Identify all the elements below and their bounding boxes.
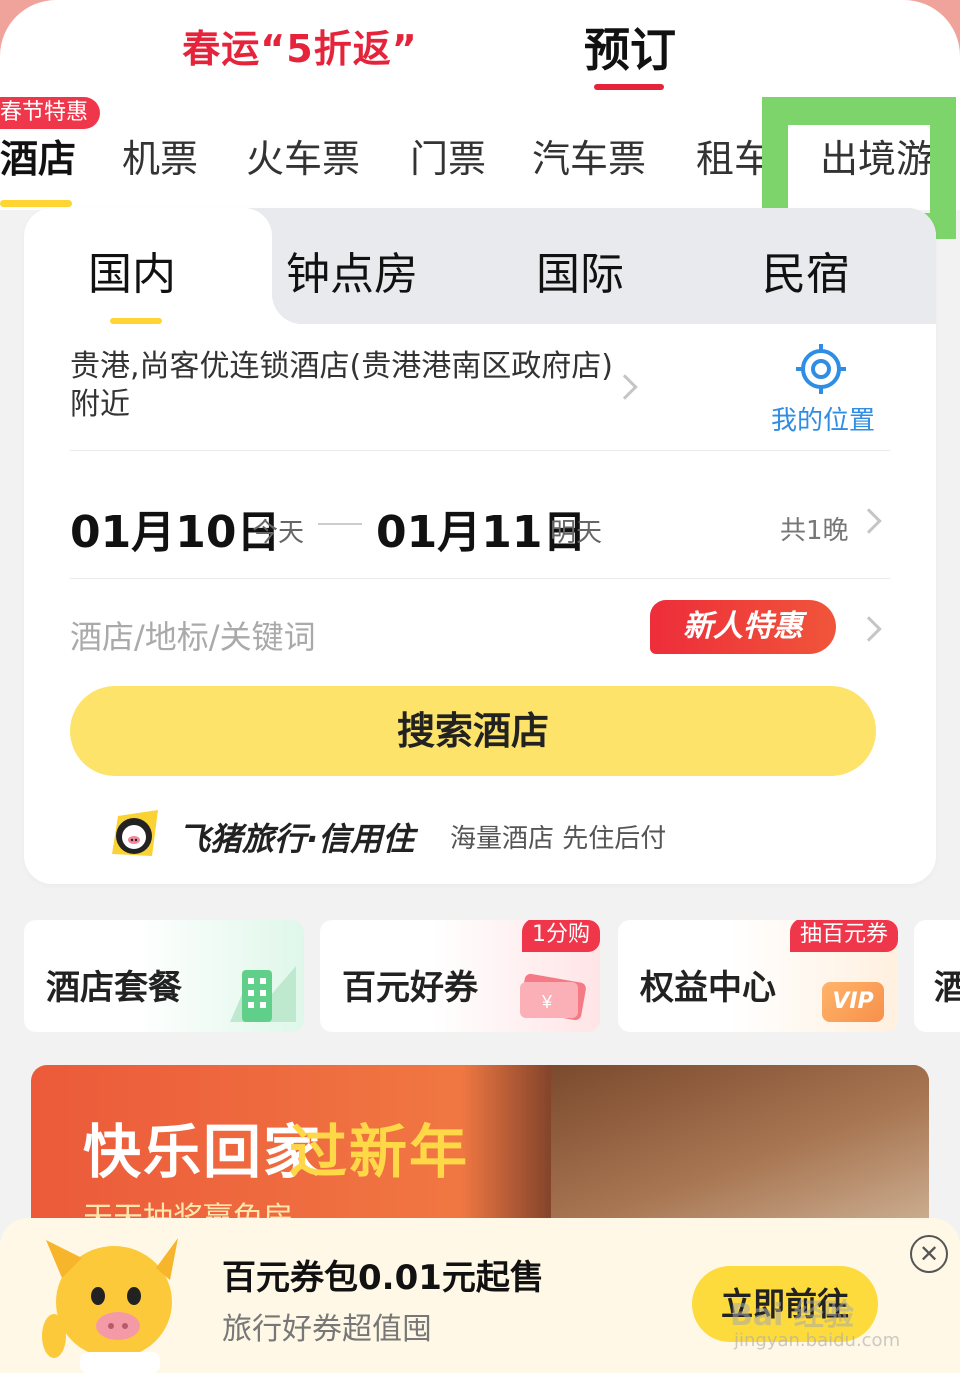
active-tab-indicator [594,84,664,90]
feature-hundred-coupon[interactable]: 百元好券 1分购 ¥ [320,920,600,1032]
feature-partial[interactable]: 酒 [914,920,960,1032]
category-train[interactable]: 火车票 [246,128,360,183]
tab-international[interactable]: 国际 [536,238,624,302]
tab-homestay[interactable]: 民宿 [762,238,850,302]
tab-spring-festival-promo[interactable]: 春运“5折返” [180,18,420,73]
coupon-icon: ¥ [520,973,586,1021]
feature-label: 权益中心 [640,968,776,1008]
header: 春运“5折返” 预订 [0,0,960,95]
checkout-day-label: 明天 [550,518,603,548]
location-field[interactable]: 贵港,尚客优连锁酒店(贵港港南区政府店)附近 [70,348,630,424]
building-icon [230,966,296,1022]
keyword-search-input[interactable]: 酒店/地标/关键词 [70,612,316,658]
category-flight[interactable]: 机票 [122,128,198,183]
locate-icon[interactable] [796,344,846,394]
search-hotel-button[interactable]: 搜索酒店 [70,686,876,776]
banner-title-yellow: 过新年 [289,1118,470,1186]
popup-subtitle: 旅行好券超值囤 [222,1312,432,1347]
spring-festival-badge: 春节特惠 [0,97,101,129]
newbie-deal-badge[interactable]: 新人特惠 [650,600,836,654]
category-active-indicator [0,200,72,207]
brand-slogan: 海量酒店 先住后付 [450,824,667,854]
close-icon[interactable]: ✕ [910,1235,948,1273]
hotel-booking-screen: 春运“5折返” 预订 酒店 机票 火车票 门票 汽车票 租车 出境游 春节特惠 … [0,0,960,1373]
nights-count: 共1晚 [780,516,849,546]
tab-hourly-room[interactable]: 钟点房 [286,238,418,302]
subtab-active-indicator [110,318,162,324]
divider [70,578,890,579]
hotel-search-card: 国内 钟点房 国际 民宿 贵港,尚客优连锁酒店(贵港港南区政府店)附近 我的位置… [24,208,936,884]
feature-tag: 1分购 [522,920,600,952]
baidu-watermark: Bai 经验 [730,1298,854,1333]
category-bus[interactable]: 汽车票 [532,128,646,183]
category-car-rental[interactable]: 租车 [696,128,766,183]
feature-label: 酒 [934,968,960,1008]
feature-label: 百元好券 [342,968,478,1008]
tab-domestic[interactable]: 国内 [88,238,176,302]
divider [70,450,890,451]
my-location-button[interactable]: 我的位置 [768,400,878,437]
feature-tag: 抽百元券 [789,920,898,952]
checkin-date[interactable]: 01月10日 [70,496,280,560]
fliggy-pig-icon [112,810,158,856]
popup-title: 百元券包0.01元起售 [222,1258,544,1298]
baidu-watermark-url: jingyan.baidu.com [734,1330,901,1351]
category-hotel[interactable]: 酒店 [0,128,76,183]
brand-name: 飞猪旅行·信用住 [178,820,415,858]
checkin-day-label: 今天 [252,518,305,548]
banner-title-white: 快乐回家 [83,1118,324,1186]
chevron-right-icon [856,616,882,642]
feature-benefit-center[interactable]: 权益中心 抽百元券 VIP [618,920,898,1032]
category-tickets[interactable]: 门票 [410,128,486,183]
tab-booking[interactable]: 预订 [560,14,700,80]
vip-icon: VIP [822,982,884,1022]
date-separator [318,523,362,525]
feature-label: 酒店套餐 [46,968,182,1008]
feature-hotel-package[interactable]: 酒店套餐 [24,920,304,1032]
pig-mascot-icon [42,1238,178,1373]
svg-text:¥: ¥ [541,992,553,1012]
chevron-right-icon [856,508,882,534]
